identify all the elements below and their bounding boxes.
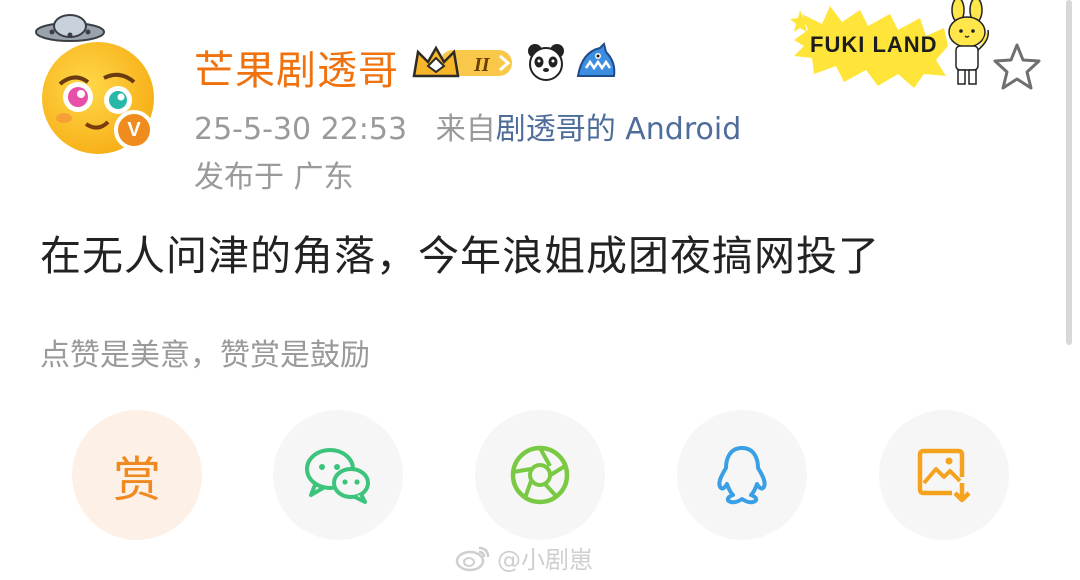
watermark: @小剧崽 [455,540,593,575]
reward-button[interactable]: 赏 [72,410,202,540]
favorite-star-icon[interactable] [992,42,1042,90]
sticker-text: FUKI LAND [810,32,938,57]
scrollbar[interactable] [1066,0,1072,345]
post-datetime: 25-5-30 22:53 [194,112,408,147]
avatar[interactable]: V [34,10,164,154]
ufo-decoration-icon [35,14,105,42]
watermark-text: @小剧崽 [497,546,593,574]
share-wechat-button[interactable] [273,410,403,540]
save-image-icon [917,448,971,503]
qq-penguin-icon [717,446,767,505]
reward-hint: 点赞是美意，赞赏是鼓励 [40,338,370,373]
share-moments-button[interactable] [475,410,605,540]
post-from-prefix: 来自 [435,112,496,147]
weibo-logo-icon [455,546,490,571]
share-qq-button[interactable] [677,410,807,540]
username[interactable]: 芒果剧透哥 [194,38,399,96]
user-badges: II [410,40,618,84]
post-meta: 25-5-30 22:53 来自剧透哥的 Android [194,104,741,148]
post-location: 发布于 广东 [194,160,354,195]
shark-icon[interactable] [574,42,618,82]
panda-icon[interactable] [526,42,566,82]
post-source-link[interactable]: 剧透哥的 Android [496,112,742,147]
verified-v-icon: V [114,110,154,150]
moments-aperture-icon [510,445,570,505]
yellow-bunny-icon [948,0,990,85]
save-image-button[interactable] [879,410,1009,540]
svg-text:II: II [473,54,491,76]
post-content[interactable]: 在无人问津的角落，今年浪姐成团夜搞网投了 [40,222,880,282]
wechat-icon [305,448,370,504]
crown-level-badge-icon[interactable]: II [410,42,518,82]
reward-button-label: 赏 [112,452,161,508]
